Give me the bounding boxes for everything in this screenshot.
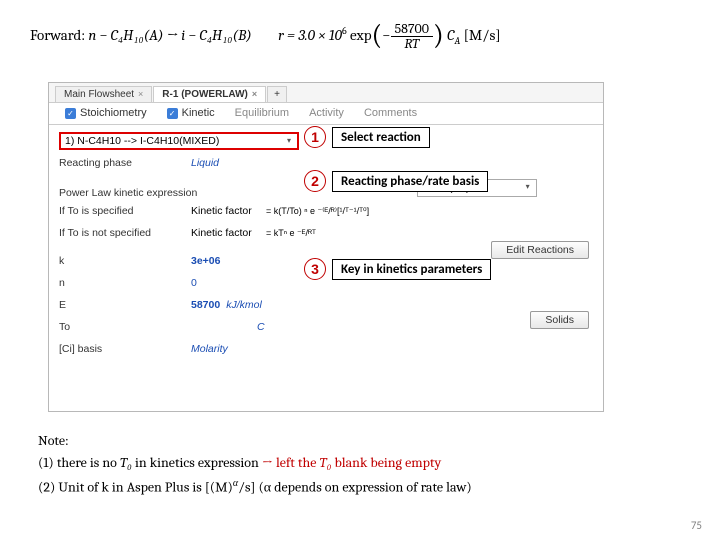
n-label: n bbox=[59, 277, 191, 289]
callout-2-text: Reacting phase/rate basis bbox=[332, 171, 488, 192]
callout-3-number: 3 bbox=[304, 258, 326, 280]
callout-2-number: 2 bbox=[304, 170, 326, 192]
kinetic-factor-label-1: Kinetic factor bbox=[191, 205, 266, 217]
rate-prefix: r = 3.0 × 10 bbox=[278, 26, 342, 44]
E-value[interactable]: 58700 bbox=[191, 299, 220, 311]
edit-reactions-button[interactable]: Edit Reactions bbox=[491, 241, 589, 259]
panel-tabs: Main Flowsheet× R-1 (POWERLAW)× + bbox=[49, 83, 603, 103]
check-icon: ✓ bbox=[167, 108, 178, 119]
paren-open: ( bbox=[372, 19, 383, 51]
reacting-phase-value[interactable]: Liquid bbox=[191, 157, 219, 169]
formula-2: = kTⁿ e ⁻ᴱ/ᴿᵀ bbox=[266, 228, 316, 239]
tab-main-flowsheet[interactable]: Main Flowsheet× bbox=[55, 86, 152, 102]
check-icon: ✓ bbox=[65, 108, 76, 119]
frac-denominator: RT bbox=[391, 37, 434, 51]
if-to-not-specified-label: If To is not specified bbox=[59, 227, 191, 239]
callout-1-number: 1 bbox=[304, 126, 326, 148]
reacting-phase-label: Reacting phase bbox=[59, 157, 191, 169]
close-icon[interactable]: × bbox=[138, 89, 143, 99]
E-label: E bbox=[59, 299, 191, 311]
To-label: To bbox=[59, 321, 191, 333]
paren-close: ) bbox=[433, 19, 444, 51]
solids-button[interactable]: Solids bbox=[530, 311, 589, 329]
kinetic-factor-label-2: Kinetic factor bbox=[191, 227, 266, 239]
callout-1: 1 Select reaction bbox=[304, 126, 430, 148]
notes-section: Note: (1) there is no T₀ in kinetics exp… bbox=[38, 430, 690, 499]
reaction-select[interactable]: 1) N-C4H10 --> I-C4H10(MIXED) ▾ bbox=[59, 132, 299, 150]
notes-heading: Note: bbox=[38, 430, 690, 452]
form-area: 1) N-C4H10 --> I-C4H10(MIXED) ▾ Reacting… bbox=[49, 125, 603, 367]
Ci-basis-label: [Ci] basis bbox=[59, 343, 191, 355]
To-unit[interactable]: C bbox=[257, 321, 265, 333]
subtab-comments[interactable]: Comments bbox=[354, 104, 427, 124]
exp-label: exp bbox=[350, 26, 371, 44]
callout-1-text: Select reaction bbox=[332, 127, 430, 148]
rate-units: [M/s] bbox=[464, 26, 501, 44]
tab-add[interactable]: + bbox=[267, 86, 287, 102]
E-unit[interactable]: kJ/kmol bbox=[226, 299, 262, 311]
close-icon[interactable]: × bbox=[252, 89, 257, 99]
tab-r1-powerlaw[interactable]: R-1 (POWERLAW)× bbox=[153, 86, 266, 102]
fraction: 58700RT bbox=[391, 22, 434, 51]
Ci-basis-value[interactable]: Molarity bbox=[191, 343, 228, 355]
conc-subscript: A bbox=[454, 35, 460, 47]
if-to-specified-label: If To is specified bbox=[59, 205, 191, 217]
subtab-equilibrium[interactable]: Equilibrium bbox=[225, 104, 299, 124]
chevron-down-icon: ▾ bbox=[522, 182, 534, 194]
note-1-red: → left the T₀ blank being empty bbox=[262, 454, 441, 471]
subtab-kinetic[interactable]: ✓Kinetic bbox=[157, 104, 225, 124]
k-label: k bbox=[59, 255, 191, 267]
subtabs: ✓Stoichiometry ✓Kinetic Equilibrium Acti… bbox=[49, 103, 603, 125]
note-1: (1) there is no T₀ in kinetics expressio… bbox=[38, 452, 690, 474]
callout-2: 2 Reacting phase/rate basis bbox=[304, 170, 488, 192]
k-value[interactable]: 3e+06 bbox=[191, 255, 221, 267]
subtab-stoichiometry[interactable]: ✓Stoichiometry bbox=[55, 104, 157, 124]
subtab-activity[interactable]: Activity bbox=[299, 104, 354, 124]
callout-3-text: Key in kinetics parameters bbox=[332, 259, 491, 280]
callout-3: 3 Key in kinetics parameters bbox=[304, 258, 491, 280]
reaction-select-value: 1) N-C4H10 --> I-C4H10(MIXED) bbox=[65, 135, 219, 147]
rate-exponent: 6 bbox=[342, 25, 347, 37]
forward-label: Forward: bbox=[30, 26, 85, 44]
note-2: (2) Unit of k in Aspen Plus is [(M)α/s] … bbox=[38, 475, 690, 499]
equation-species: n − C₄H₁₀(A) → i − C₄H₁₀(B) bbox=[88, 26, 251, 44]
formula-1: = k(T/To) ⁿ e ⁻⁽ᴱ/ᴿ⁾[¹/ᵀ⁻¹/ᵀ⁰] bbox=[266, 206, 369, 217]
forward-equation: Forward: n − C₄H₁₀(A) → i − C₄H₁₀(B) r =… bbox=[30, 22, 700, 51]
page-number: 75 bbox=[691, 519, 702, 532]
n-value[interactable]: 0 bbox=[191, 277, 197, 289]
chevron-down-icon: ▾ bbox=[283, 136, 295, 148]
